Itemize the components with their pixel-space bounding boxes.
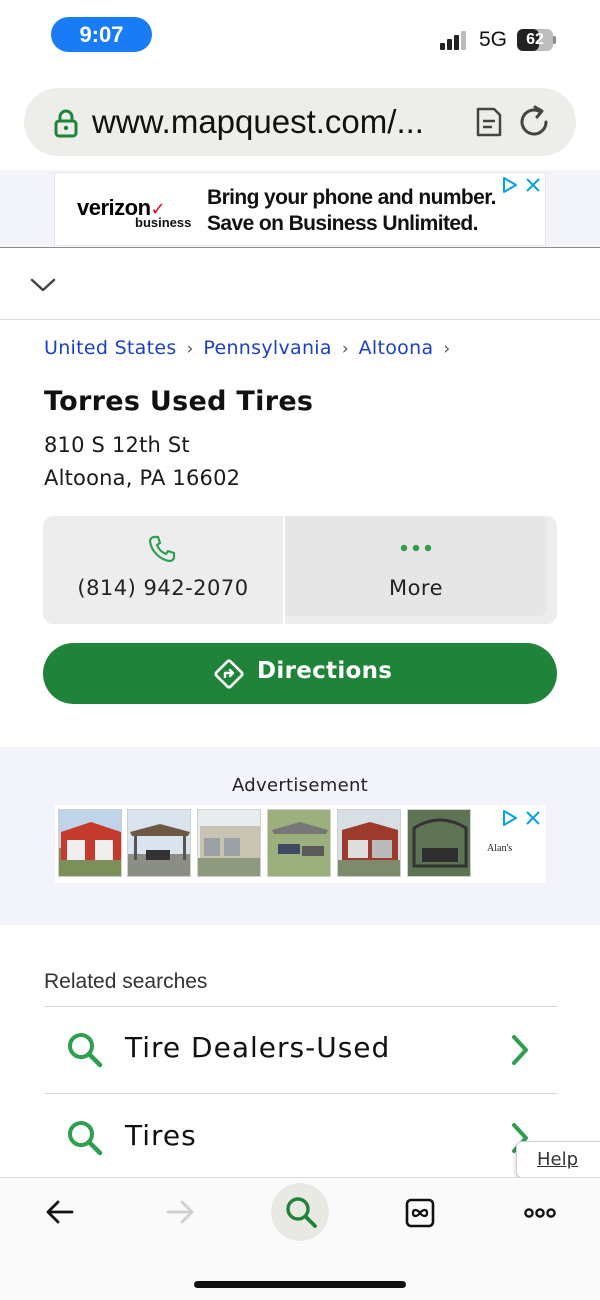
url-text[interactable]: www.mapquest.com/... [92, 102, 452, 142]
address-bar[interactable]: www.mapquest.com/... [24, 88, 576, 156]
search-icon [286, 1197, 317, 1228]
directions-label: Directions [257, 658, 393, 684]
reload-icon[interactable] [516, 104, 552, 140]
toolbar-search-button[interactable] [271, 1183, 329, 1241]
help-label: Help [537, 1149, 579, 1170]
battery-percent: 62 [526, 31, 544, 48]
search-icon [68, 1121, 103, 1156]
phone-number: (814) 942-2070 [77, 576, 249, 600]
related-search-item[interactable]: Tires [44, 1095, 557, 1181]
breadcrumb-united-states[interactable]: United States [44, 337, 177, 359]
carport-ad-banner[interactable]: Alan's [55, 805, 546, 883]
ad-headline: Bring your phone and number. Save on Bus… [207, 186, 496, 235]
breadcrumb-separator: › [341, 339, 349, 359]
chevron-right-icon [512, 1035, 528, 1065]
business-name: Torres Used Tires [44, 386, 314, 417]
directions-icon [214, 659, 244, 689]
ad-image-metal-frame [407, 809, 471, 877]
adchoices-icon[interactable] [501, 176, 519, 194]
breadcrumb-separator: › [186, 339, 194, 359]
forward-arrow-icon[interactable] [164, 1198, 196, 1226]
browser-toolbar [0, 1177, 600, 1300]
address-line-1: 810 S 12th St [44, 433, 190, 457]
status-time: 9:07 [51, 17, 152, 52]
call-button[interactable]: (814) 942-2070 [43, 516, 283, 624]
advertisement-section: Advertisement Alan's [0, 747, 600, 925]
tabs-icon[interactable] [405, 1198, 435, 1228]
ad-image-garage [197, 809, 261, 877]
divider [44, 1093, 557, 1094]
chevron-down-icon[interactable] [30, 276, 56, 294]
more-dots-icon [400, 544, 432, 552]
help-button[interactable]: Help [516, 1141, 600, 1178]
advertisement-label: Advertisement [231, 775, 369, 796]
breadcrumb-separator: › [443, 339, 451, 359]
close-icon[interactable] [525, 177, 541, 193]
phone-icon [148, 535, 176, 563]
verizon-logo: verizon✓ business [77, 195, 192, 230]
related-searches-title: Related searches [44, 970, 208, 993]
directions-button[interactable]: Directions [43, 643, 557, 704]
home-indicator [194, 1281, 406, 1288]
network-label: 5G [479, 28, 508, 51]
ad-image-barn [337, 809, 401, 877]
status-bar: 9:07 5G 62 [0, 0, 600, 70]
more-button[interactable]: More [285, 516, 557, 624]
ad-image-car-shelter [267, 809, 331, 877]
search-icon [68, 1033, 103, 1068]
breadcrumb-pennsylvania[interactable]: Pennsylvania [203, 337, 331, 359]
related-search-label: Tire Dealers-Used [125, 1031, 391, 1064]
breadcrumb-altoona[interactable]: Altoona [359, 337, 434, 359]
related-search-label: Tires [125, 1119, 197, 1152]
more-icon[interactable] [524, 1208, 556, 1218]
signal-icon [440, 30, 468, 50]
close-icon[interactable] [525, 810, 541, 826]
related-search-item[interactable]: Tire Dealers-Used [44, 1007, 557, 1093]
reader-mode-icon[interactable] [474, 106, 504, 138]
back-arrow-icon[interactable] [44, 1198, 76, 1226]
more-label: More [388, 576, 444, 600]
collapse-row[interactable] [0, 250, 600, 320]
breadcrumb: United States › Pennsylvania › Altoona › [44, 337, 460, 359]
ad-image-red-building [58, 809, 122, 877]
advertiser-logo: Alan's [487, 843, 513, 854]
battery-icon: 62 [517, 29, 556, 51]
address-line-2: Altoona, PA 16602 [44, 466, 241, 490]
adchoices-icon[interactable] [501, 809, 519, 827]
ad-image-carport [127, 809, 191, 877]
top-ad-banner[interactable]: verizon✓ business Bring your phone and n… [54, 172, 546, 246]
lock-icon [54, 109, 78, 138]
